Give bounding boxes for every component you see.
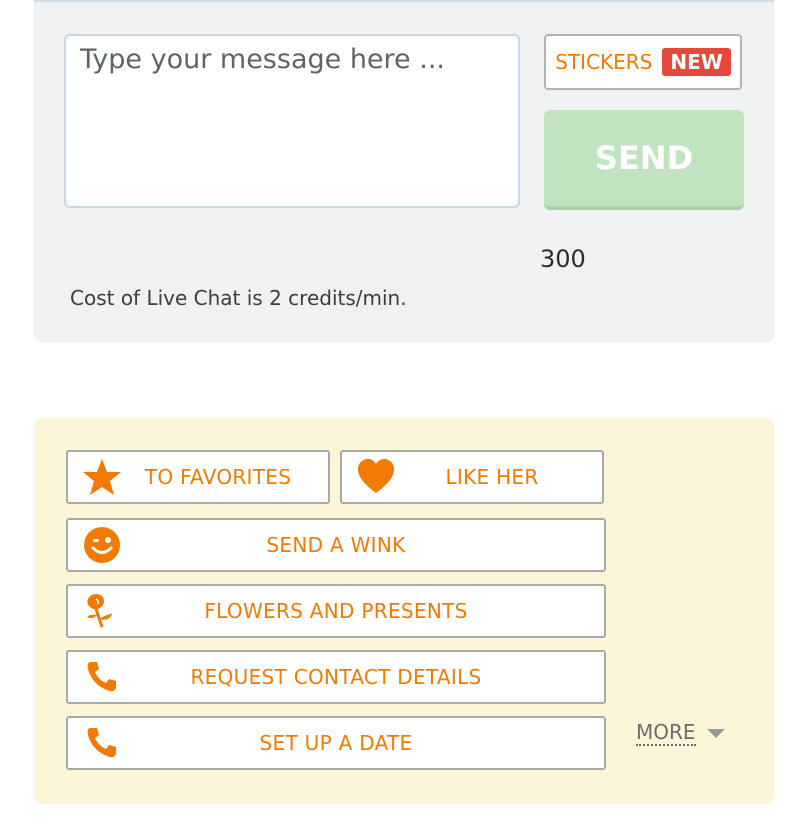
- like-her-button[interactable]: LIKE HER: [340, 450, 604, 504]
- char-counter: 300: [540, 245, 586, 273]
- to-favorites-button[interactable]: TO FAVORITES: [66, 450, 330, 504]
- more-toggle[interactable]: MORE: [636, 720, 726, 746]
- send-button[interactable]: SEND: [544, 110, 744, 210]
- send-wink-label: SEND A WINK: [266, 533, 406, 557]
- flowers-presents-label: FLOWERS AND PRESENTS: [204, 599, 468, 623]
- wink-smiley-icon: [82, 525, 122, 565]
- send-wink-button[interactable]: SEND A WINK: [66, 518, 606, 572]
- new-badge: NEW: [662, 48, 731, 76]
- phone-icon: [82, 657, 122, 697]
- request-contact-label: REQUEST CONTACT DETAILS: [190, 665, 482, 689]
- caret-down-icon: [706, 724, 726, 743]
- set-up-date-button[interactable]: SET UP A DATE: [66, 716, 606, 770]
- stickers-label: STICKERS: [555, 50, 653, 74]
- message-input[interactable]: [64, 34, 520, 208]
- set-up-date-label: SET UP A DATE: [259, 731, 413, 755]
- star-icon: [82, 457, 122, 497]
- stickers-button[interactable]: STICKERS NEW: [544, 34, 742, 90]
- chat-panel: STICKERS NEW SEND 300 Cost of Live Chat …: [34, 0, 774, 342]
- cost-notice: Cost of Live Chat is 2 credits/min.: [70, 286, 407, 310]
- phone-icon: [82, 723, 122, 763]
- request-contact-button[interactable]: REQUEST CONTACT DETAILS: [66, 650, 606, 704]
- actions-panel: TO FAVORITES LIKE HER SEND A WINK FLOWER…: [34, 418, 774, 804]
- heart-icon: [356, 457, 396, 497]
- rose-icon: [82, 591, 122, 631]
- flowers-presents-button[interactable]: FLOWERS AND PRESENTS: [66, 584, 606, 638]
- more-label: MORE: [636, 720, 696, 746]
